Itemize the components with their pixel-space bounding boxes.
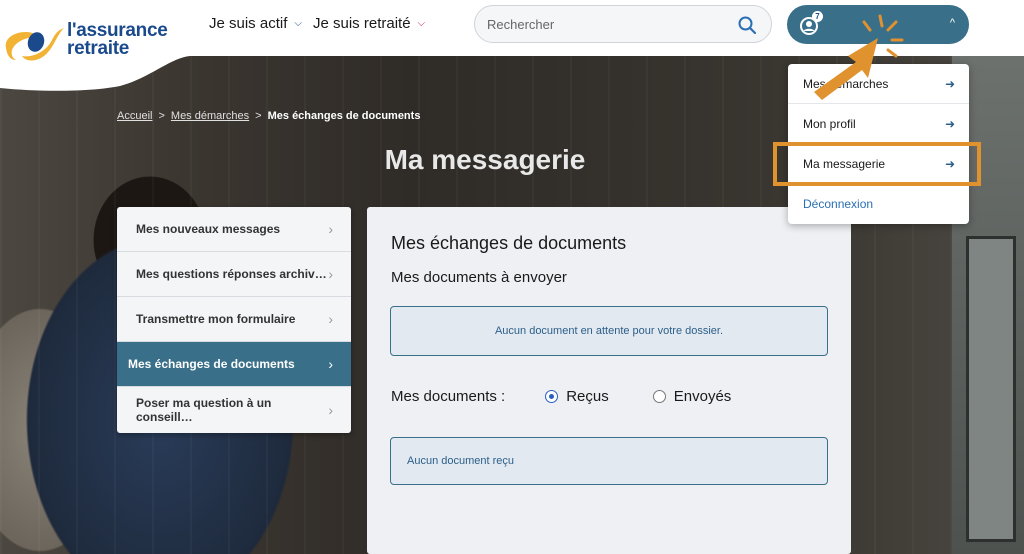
brand-name[interactable]: l'assurance retraite [67,21,168,59]
search-icon[interactable] [737,15,757,35]
nav-je-suis-retraite[interactable]: Je suis retraité ⌵ [313,15,425,32]
side-menu-item-questions-archivees[interactable]: Mes questions réponses archiv… › [117,252,351,297]
breadcrumb-separator: > [158,110,165,122]
side-menu-label: Transmettre mon formulaire [136,312,296,326]
click-pointer-icon [814,14,904,100]
nav-label: Je suis retraité [313,15,411,32]
documents-filter: Mes documents : Reçus Envoyés [391,388,731,405]
side-menu-label: Mes nouveaux messages [136,222,281,236]
search-bar [474,5,772,43]
radio-unselected-icon [652,390,666,403]
breadcrumb-home-link[interactable]: Accueil [117,110,152,122]
side-menu-item-poser-question[interactable]: Poser ma question à un conseill… › [117,387,351,432]
breadcrumb-current: Mes échanges de documents [267,110,421,122]
radio-recus[interactable]: Reçus [545,388,609,405]
radio-selected-icon [545,390,559,403]
panel-subtitle: Mes documents à envoyer [391,269,567,286]
brand-line2: retraite [67,38,130,59]
chevron-right-icon: › [328,401,333,418]
radio-label: Envoyés [673,388,732,405]
side-menu-label: Mes échanges de documents [128,357,295,371]
documents-filter-label: Mes documents : [391,388,506,405]
received-documents-empty: Aucun document reçu [390,437,828,485]
chevron-right-icon: › [328,311,333,327]
logo-icon[interactable] [2,18,66,64]
breadcrumb-demarches-link[interactable]: Mes démarches [171,110,249,122]
nav-je-suis-actif[interactable]: Je suis actif ⌵ [209,15,302,32]
pending-documents-empty: Aucun document en attente pour votre dos… [390,306,828,356]
dropdown-label: Déconnexion [803,197,874,211]
chevron-right-icon: › [328,266,333,282]
chevron-down-icon: ⌵ [294,18,302,29]
chevron-right-icon: › [328,221,333,237]
side-menu-label: Poser ma question à un conseill… [136,395,272,424]
nav-label: Je suis actif [209,15,288,32]
radio-envoyes[interactable]: Envoyés [652,388,732,405]
side-menu-item-echanges-documents[interactable]: Mes échanges de documents › [117,342,351,387]
side-menu-label: Mes questions réponses archiv… [136,267,327,281]
dropdown-label: Mon profil [803,116,856,131]
chevron-up-icon: ^ [949,17,955,29]
panel-title: Mes échanges de documents [391,233,627,253]
highlight-box [773,142,981,186]
dropdown-item-mon-profil[interactable]: Mon profil ➜ [788,104,969,144]
arrow-right-icon: ➜ [944,116,955,131]
documents-panel: Mes échanges de documents Mes documents … [367,207,851,554]
side-menu: Mes nouveaux messages › Mes questions ré… [117,207,351,433]
search-input[interactable] [487,14,727,34]
breadcrumb-separator: > [255,110,262,122]
arrow-right-icon: ➜ [944,76,955,91]
dropdown-item-deconnexion[interactable]: Déconnexion [788,184,969,224]
breadcrumb: Accueil > Mes démarches > Mes échanges d… [117,110,420,122]
radio-label: Reçus [566,388,609,405]
side-menu-item-nouveaux-messages[interactable]: Mes nouveaux messages › [117,207,351,252]
side-menu-item-transmettre-formulaire[interactable]: Transmettre mon formulaire › [117,297,351,342]
chevron-right-icon: › [328,356,333,372]
chevron-down-icon: ⌵ [417,18,426,29]
